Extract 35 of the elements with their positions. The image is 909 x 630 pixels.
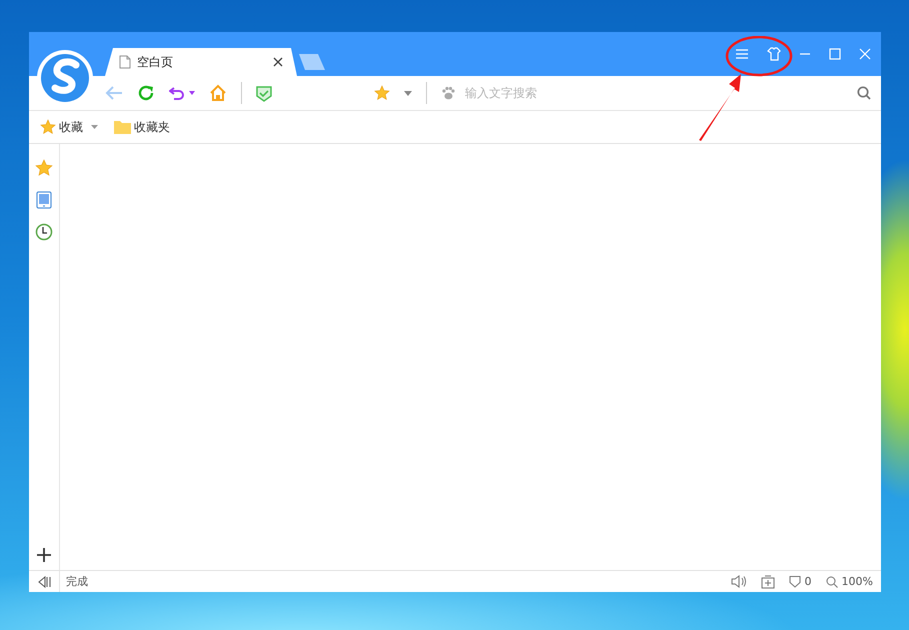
- star-icon[interactable]: [374, 85, 390, 101]
- caret-icon: [91, 125, 98, 129]
- home-icon[interactable]: [209, 84, 227, 102]
- caret-icon[interactable]: [189, 91, 195, 95]
- clock-icon[interactable]: [35, 223, 53, 241]
- back-arrow-icon[interactable]: [105, 85, 123, 101]
- paw-icon: [441, 86, 455, 100]
- search-icon[interactable]: [857, 86, 871, 100]
- tablet-icon[interactable]: [36, 191, 52, 209]
- bookmark-folder[interactable]: 收藏夹: [114, 118, 170, 136]
- undo-icon[interactable]: [169, 85, 185, 101]
- zoom-icon: [826, 576, 838, 588]
- folder-icon: [114, 120, 131, 134]
- new-tab-button[interactable]: [299, 54, 325, 70]
- status-text: 完成: [65, 574, 89, 589]
- refresh-icon[interactable]: [137, 84, 155, 102]
- shirt-icon[interactable]: [767, 47, 781, 61]
- menu-icon[interactable]: [735, 48, 749, 60]
- download-icon[interactable]: [760, 574, 775, 588]
- caret-icon[interactable]: [404, 90, 412, 96]
- tab-title: 空白页: [137, 54, 174, 70]
- favorites-menu[interactable]: 收藏: [40, 118, 98, 136]
- blocked-count: 0: [804, 575, 812, 588]
- close-icon[interactable]: [273, 57, 283, 67]
- page-icon: [119, 55, 131, 69]
- star-icon: [40, 119, 56, 135]
- speaker-icon[interactable]: [730, 575, 747, 588]
- browser-tab[interactable]: 空白页: [105, 48, 297, 76]
- plus-icon[interactable]: [37, 548, 51, 562]
- shield-icon[interactable]: [256, 84, 272, 102]
- sidebar-toggle-icon[interactable]: [37, 576, 51, 588]
- shield-icon: [788, 575, 801, 588]
- maximize-icon[interactable]: [829, 48, 841, 60]
- star-icon[interactable]: [35, 159, 53, 177]
- zoom-level[interactable]: 100%: [842, 575, 873, 588]
